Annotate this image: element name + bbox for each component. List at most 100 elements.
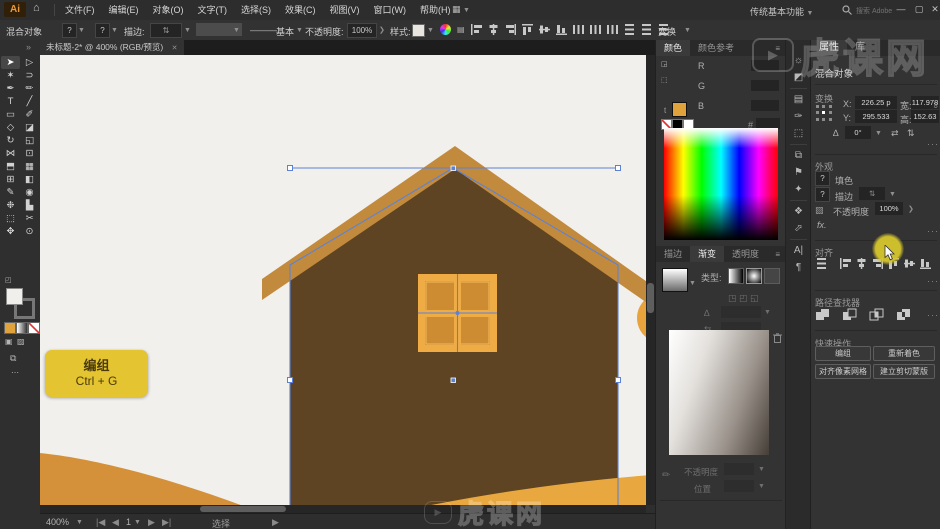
quick-action-button-4[interactable]: 建立剪切蒙版 (873, 364, 935, 379)
recolor-artwork-icon[interactable] (440, 24, 451, 35)
align-dist1-icon[interactable] (589, 23, 604, 36)
rotation-dropdown-icon[interactable]: ▼ (875, 130, 882, 137)
fill-color-swatch[interactable]: ? (62, 23, 77, 38)
align-vcenter-icon[interactable] (538, 23, 553, 36)
pathfinder-more-icon[interactable]: ··· (927, 310, 939, 320)
workspace-selector[interactable]: 传统基本功能 ▼ (750, 5, 813, 18)
hand-tool[interactable]: ✥ (1, 225, 20, 238)
type-tool[interactable]: T (1, 95, 20, 108)
mesh-tool[interactable]: ⊞ (1, 173, 20, 186)
curvature-tool[interactable]: ✏ (20, 82, 39, 95)
appearance-fill-swatch[interactable]: ? (815, 171, 830, 186)
artboard-tool[interactable]: ⬚ (1, 212, 20, 225)
align-to-selection-icon[interactable] (815, 257, 828, 272)
transform-more-icon[interactable]: ··· (927, 139, 939, 149)
align-left-icon[interactable] (839, 257, 852, 272)
fx-button[interactable]: fx. (817, 220, 827, 230)
menu-item-6[interactable]: 效果(C) (278, 0, 323, 20)
magic-wand-panel-icon[interactable]: ✦ (794, 181, 802, 198)
stroke-weight-dd-icon[interactable]: ▼ (889, 191, 896, 198)
tab-libraries[interactable]: 库 (847, 40, 873, 56)
style-swatch[interactable] (412, 24, 425, 37)
align-dist2-icon[interactable] (623, 23, 638, 36)
flip-vertical-icon[interactable]: ⇅ (907, 128, 915, 139)
draw-behind-icon[interactable]: ▨ (17, 337, 25, 346)
minimize-button[interactable]: — (893, 0, 909, 19)
slice-tool[interactable]: ✂ (20, 212, 39, 225)
paragraph-panel-icon[interactable]: ¶ (796, 259, 801, 276)
gradient-swatch-dropdown-icon[interactable]: ▼ (689, 280, 696, 287)
quick-action-button-3[interactable]: 对齐像素网格 (815, 364, 871, 379)
align-right-icon[interactable] (504, 23, 519, 36)
stroke-style-dropdown-icon[interactable]: ▼ (296, 27, 303, 34)
align-top-icon[interactable] (521, 23, 536, 36)
quick-action-button-1[interactable]: 编组 (815, 346, 871, 361)
artboard-number[interactable]: 1 (126, 517, 131, 527)
delete-stop-icon[interactable] (773, 333, 782, 343)
rotation-field[interactable]: 0° (845, 126, 871, 139)
screen-mode-icon[interactable]: ⧉ (10, 353, 16, 364)
pathfinder-exclude-icon[interactable] (896, 308, 911, 323)
b-value-field[interactable] (751, 100, 779, 111)
home-icon[interactable]: ⌂ (33, 2, 40, 14)
rectangle-tool[interactable]: ▭ (1, 108, 20, 121)
align-left-icon[interactable] (470, 23, 485, 36)
search-icon[interactable] (842, 5, 852, 15)
gradient-panel-menu-icon[interactable]: ≡ (775, 250, 780, 259)
height-field[interactable]: 152.63 p (911, 110, 939, 123)
toolbar-ellipsis-icon[interactable]: ⋯ (11, 368, 19, 377)
align-more-icon[interactable]: ··· (927, 276, 939, 286)
color-mode-button[interactable] (4, 322, 16, 334)
close-button[interactable]: ✕ (927, 0, 940, 19)
export-panel-icon[interactable]: ⬀ (794, 220, 802, 237)
vertical-scrollbar[interactable] (646, 55, 655, 505)
pen-tool[interactable]: ✒ (1, 82, 20, 95)
style-dropdown-icon[interactable]: ▼ (427, 27, 434, 34)
stroke-dropdown-icon[interactable]: ▼ (111, 27, 118, 34)
last-artboard-icon[interactable]: ▶| (162, 517, 171, 528)
none-mode-button[interactable] (28, 322, 40, 334)
constrain-proportions-icon[interactable]: ∞ (931, 102, 940, 108)
transform-dropdown-icon[interactable]: ▼ (684, 27, 691, 34)
gradient-preview[interactable] (669, 330, 769, 455)
stroke-weight-field[interactable]: ⇅ (859, 187, 885, 200)
default-fill-stroke-icon[interactable]: ◰ (5, 276, 12, 284)
stroke-weight-dropdown-icon[interactable]: ▼ (184, 27, 191, 34)
status-flyout-icon[interactable]: ▶ (272, 517, 279, 528)
horizontal-scrollbar[interactable] (40, 505, 646, 513)
maximize-button[interactable]: ▢ (911, 0, 927, 19)
align-dist2-icon[interactable] (640, 23, 655, 36)
quick-action-button-2[interactable]: 重新着色 (873, 346, 935, 361)
menu-item-2[interactable]: 编辑(E) (102, 0, 146, 20)
rotate-tool[interactable]: ↻ (1, 134, 20, 147)
scale-tool[interactable]: ◱ (20, 134, 39, 147)
stop-location-field[interactable] (724, 480, 754, 492)
radial-gradient-type-button[interactable] (746, 268, 762, 284)
color-picker-icon[interactable]: ⬚ (661, 76, 668, 84)
document-tab[interactable]: 未标题-2* @ 400% (RGB/预览) ✕ (40, 40, 184, 55)
document-setup-icon[interactable]: ▤ (457, 25, 465, 34)
next-artboard-icon[interactable]: ▶ (148, 517, 155, 528)
blend-tool[interactable]: ◉ (20, 186, 39, 199)
fill-dropdown-icon[interactable]: ▼ (78, 27, 85, 34)
first-artboard-icon[interactable]: |◀ (96, 517, 105, 528)
column-graph-tool[interactable]: ▙ (20, 199, 39, 212)
color-proxy-icon[interactable]: ◲ (661, 60, 668, 68)
flip-horizontal-icon[interactable]: ⇄ (891, 128, 899, 139)
menu-item-8[interactable]: 窗口(W) (367, 0, 414, 20)
direct-selection-tool[interactable]: ▷ (20, 56, 39, 69)
magic-wand-tool[interactable]: ✶ (1, 69, 20, 82)
toolbar-overflow-icon[interactable]: » (26, 42, 31, 52)
character-panel-icon[interactable]: A| (794, 242, 803, 259)
stroke-color-swatch[interactable]: ? (95, 23, 110, 38)
gradient-angle-field[interactable] (721, 306, 761, 318)
stop-opacity-field[interactable] (724, 463, 754, 475)
align-bottom-icon[interactable] (919, 257, 932, 272)
zoom-dropdown-icon[interactable]: ▼ (76, 519, 83, 526)
appearance-more-icon[interactable]: ··· (927, 226, 939, 236)
current-fill-swatch[interactable] (672, 102, 687, 117)
opacity-field[interactable]: 100% (347, 23, 377, 38)
tab-properties[interactable]: 属性 (811, 40, 847, 56)
tab-transparency[interactable]: 透明度 (724, 246, 767, 262)
align-dist1-icon[interactable] (572, 23, 587, 36)
